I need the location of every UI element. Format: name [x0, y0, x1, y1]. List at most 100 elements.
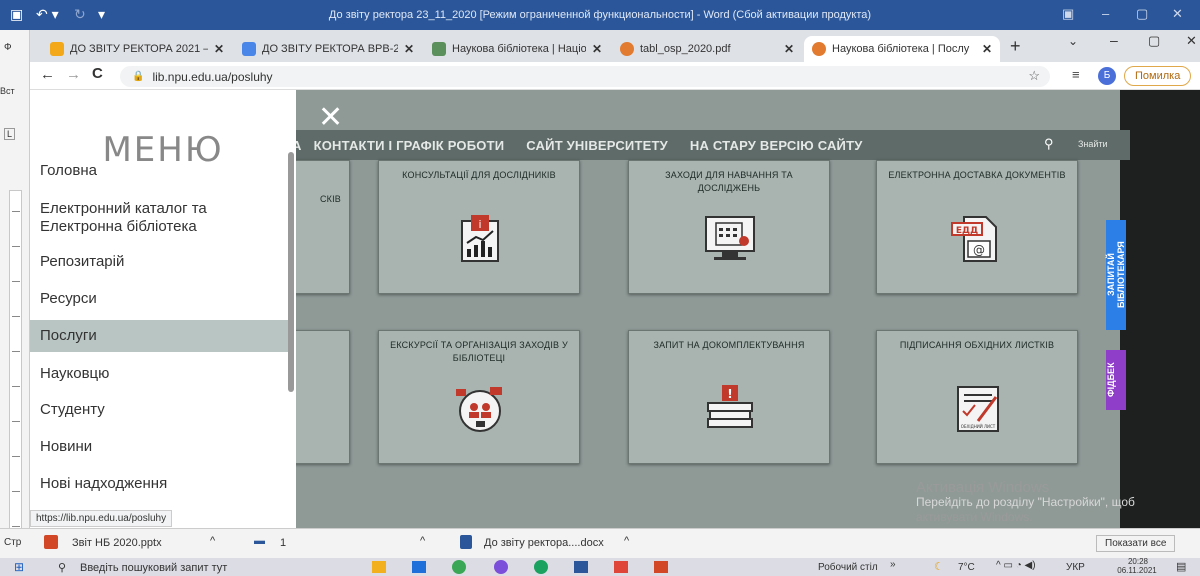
powerpoint-app-icon[interactable]: [654, 561, 668, 573]
ask-librarian-tab[interactable]: ЗАПИТАЙ БІБЛІОТЕКАРЯ: [1106, 220, 1126, 330]
close-icon[interactable]: ✕: [1172, 6, 1183, 22]
show-all-button[interactable]: Показати все: [1096, 535, 1176, 552]
tray-icons[interactable]: ^ ▭ ◔ ◀): [996, 560, 1036, 571]
menu-item-resources[interactable]: Ресурси: [30, 290, 290, 308]
tab-close-icon[interactable]: ✕: [592, 42, 602, 56]
chart-icon: i: [461, 215, 499, 262]
download-shelf: Стр Звіт НБ 2020.pptx ^ ▬ 1 ^ До звіту р…: [0, 528, 1200, 558]
chevron-up-icon[interactable]: ^: [420, 535, 425, 547]
word-title-bar: ▣ ↶ ▾ ↻ ▾ До звіту ректора 23_11_2020 [Р…: [0, 0, 1200, 30]
word-pages-icon: ▬: [254, 535, 265, 547]
tab-close-icon[interactable]: ✕: [784, 42, 794, 56]
browser-maximize-icon[interactable]: ▢: [1148, 33, 1160, 49]
menu-item-researchers[interactable]: Науковцю: [30, 365, 290, 383]
docs-icon: [242, 42, 256, 56]
language-indicator[interactable]: УКР: [1066, 562, 1085, 573]
weather-moon-icon[interactable]: ☾: [934, 560, 944, 573]
menu-item-new-arrivals[interactable]: Нові надходження: [30, 475, 290, 493]
browser-toolbar: ← → C 🔒 lib.npu.edu.ua/posluhy ☆ ≡ Б Пом…: [30, 62, 1200, 90]
download-file-pptx[interactable]: Звіт НБ 2020.pptx: [72, 537, 162, 549]
window-title: До звіту ректора 23_11_2020 [Режим огран…: [328, 9, 872, 21]
tab-pdf[interactable]: tabl_osp_2020.pdf ✕: [612, 36, 802, 62]
tab-label: Наукова бібліотека | Послу: [832, 43, 970, 55]
tab-report-2021[interactable]: ДО ЗВІТУ РЕКТОРА 2021 – С ✕: [42, 36, 232, 62]
browser-close-icon[interactable]: ✕: [1186, 33, 1197, 49]
chevron-up-icon[interactable]: ^: [210, 535, 215, 547]
watermark-line: активувати Windows.: [916, 510, 1033, 524]
service-card-signing[interactable]: ПІДПИСАННЯ ОБХІДНИХ ЛИСТКІВ ОБХІДНИЙ ЛИС…: [876, 330, 1078, 464]
monitor-calendar-icon: [705, 216, 755, 260]
weather-temp[interactable]: 7°C: [958, 562, 975, 573]
clock-date[interactable]: 06.11.2021: [1110, 566, 1164, 575]
docx-file-icon: [460, 535, 472, 549]
tab-report-vrv[interactable]: ДО ЗВІТУ РЕКТОРА ВРВ-202 ✕: [234, 36, 422, 62]
bookmark-star-icon[interactable]: ☆: [1028, 68, 1040, 84]
tab-search-icon[interactable]: ⌄: [1068, 34, 1078, 48]
desktop-toolbar[interactable]: Робочий стіл: [818, 562, 878, 573]
card-label: КОНСУЛЬТАЦІЇ ДЛЯ ДОСЛІДНИКІВ: [402, 170, 556, 180]
nav-link-old-site[interactable]: НА СТАРУ ВЕРСІЮ САЙТУ: [690, 138, 863, 153]
chevron-up-icon[interactable]: ^: [624, 535, 629, 547]
chrome-profile-icon[interactable]: [534, 560, 548, 574]
new-tab-icon[interactable]: +: [1010, 36, 1021, 57]
tab-close-icon[interactable]: ✕: [404, 42, 414, 56]
search-icon[interactable]: ⚲: [1044, 136, 1054, 152]
mail-icon[interactable]: [412, 561, 426, 573]
tab-close-icon[interactable]: ✕: [982, 42, 992, 56]
library-favicon-icon: [812, 42, 826, 56]
reading-list-icon[interactable]: ≡: [1072, 67, 1080, 82]
tab-close-icon[interactable]: ✕: [214, 42, 224, 56]
feedback-tab[interactable]: ФІДБЕК: [1106, 350, 1126, 410]
download-file-docx[interactable]: До звіту ректора....docx: [484, 537, 604, 549]
card-label: ЕКСКУРСІЇ ТА ОРГАНІЗАЦІЯ ЗАХОДІВ У БІБЛІ…: [390, 340, 568, 363]
service-card-events[interactable]: ЗАХОДИ ДЛЯ НАВЧАННЯ ТА ДОСЛІДЖЕНЬ: [628, 160, 830, 294]
notifications-icon[interactable]: ▤: [1176, 560, 1186, 573]
service-card-consultations[interactable]: КОНСУЛЬТАЦІЇ ДЛЯ ДОСЛІДНИКІВ i: [378, 160, 580, 294]
tab-label: ДО ЗВІТУ РЕКТОРА ВРВ-202: [262, 43, 398, 55]
ribbon-icon[interactable]: ▣: [1062, 6, 1074, 22]
tab-library-services[interactable]: Наукова бібліотека | Послу ✕: [804, 36, 1000, 62]
word-left-gutter: Ф Вст L: [0, 30, 30, 550]
taskbar-search-icon[interactable]: ⚲: [58, 561, 66, 574]
clock-time[interactable]: 20:28: [1116, 557, 1160, 566]
menu-item-students[interactable]: Студенту: [30, 401, 290, 419]
nav-link-university[interactable]: САЙТ УНІВЕРСИТЕТУ: [526, 138, 668, 153]
tab-label: Наукова бібліотека | Націо: [452, 43, 586, 55]
viber-icon[interactable]: [494, 560, 508, 574]
tab-library-main[interactable]: Наукова бібліотека | Націо ✕: [424, 36, 610, 62]
search-label[interactable]: Знайти: [1078, 139, 1108, 149]
toolbar-expand-icon[interactable]: »: [890, 559, 896, 570]
menu-scrollbar[interactable]: [288, 152, 294, 392]
menu-item-services[interactable]: Послуги: [30, 320, 290, 352]
word-app-icon[interactable]: [574, 561, 588, 573]
menu-item-home[interactable]: Головна: [30, 162, 290, 180]
windows-start-icon[interactable]: ⊞: [14, 560, 24, 574]
taskbar-search-input[interactable]: Введіть пошуковий запит тут: [80, 562, 227, 574]
menu-item-repository[interactable]: Репозитарій: [30, 253, 290, 271]
reload-icon[interactable]: C: [92, 65, 103, 82]
nav-link-contacts[interactable]: КОНТАКТИ І ГРАФІК РОБОТИ: [314, 138, 505, 153]
card-label: ЗАХОДИ ДЛЯ НАВЧАННЯ ТА ДОСЛІДЖЕНЬ: [665, 170, 793, 193]
books-icon: !: [707, 385, 753, 428]
browser-tab-strip: ДО ЗВІТУ РЕКТОРА 2021 – С ✕ ДО ЗВІТУ РЕК…: [30, 30, 1200, 62]
menu-item-catalog[interactable]: Електронний каталог та Електронна бібліо…: [30, 200, 290, 236]
address-bar[interactable]: 🔒 lib.npu.edu.ua/posluhy ☆: [120, 66, 1050, 87]
forward-icon[interactable]: →: [66, 66, 81, 83]
menu-item-news[interactable]: Новини: [30, 438, 290, 456]
minimize-icon[interactable]: –: [1102, 6, 1109, 21]
file-explorer-icon[interactable]: [372, 561, 386, 573]
service-card-excursions[interactable]: ЕКСКУРСІЇ ТА ОРГАНІЗАЦІЯ ЗАХОДІВ У БІБЛІ…: [378, 330, 580, 464]
edd-icon: ЕДД @: [951, 216, 997, 262]
maximize-icon[interactable]: ▢: [1136, 6, 1148, 22]
activation-watermark: Активація Windows Перейдіть до розділу "…: [916, 480, 1135, 525]
chrome-icon[interactable]: [452, 560, 466, 574]
service-card-acquisition-request[interactable]: ЗАПИТ НА ДОКОМПЛЕКТУВАННЯ !: [628, 330, 830, 464]
calendar-app-icon[interactable]: [614, 561, 628, 573]
back-icon[interactable]: ←: [40, 66, 55, 83]
web-page: А КОНТАКТИ І ГРАФІК РОБОТИ САЙТ УНІВЕРСИ…: [30, 90, 1200, 528]
menu-close-icon[interactable]: ✕: [318, 100, 343, 135]
browser-minimize-icon[interactable]: –: [1110, 32, 1118, 48]
service-card-document-delivery[interactable]: ЕЛЕКТРОННА ДОСТАВКА ДОКУМЕНТІВ ЕДД @: [876, 160, 1078, 294]
profile-avatar[interactable]: Б: [1098, 67, 1116, 85]
error-button[interactable]: Помилка: [1124, 66, 1192, 86]
